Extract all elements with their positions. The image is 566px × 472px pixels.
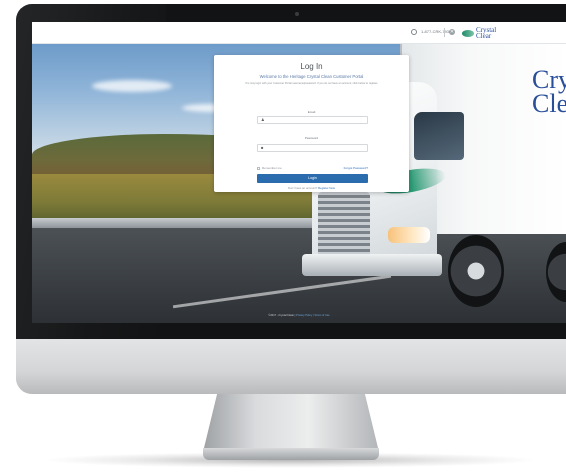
remember-label: Remember me: [262, 166, 282, 170]
screen: Crys Clea 1-877-CRK-7938 ✕ Crystal: [32, 22, 566, 323]
truck-brand-line: Clea: [532, 89, 566, 118]
login-card: Log In Welcome to the Heritage Crystal C…: [214, 55, 409, 192]
password-field[interactable]: ■: [257, 144, 368, 152]
welcome-text: Welcome to the Heritage Crystal Clean Cu…: [259, 74, 364, 79]
logo-wordmark: Crystal Clear: [476, 27, 496, 40]
login-button[interactable]: Login: [257, 174, 368, 183]
truck-bumper: [302, 254, 442, 276]
monitor-bezel: Crys Clea 1-877-CRK-7938 ✕ Crystal: [16, 4, 566, 339]
cloud: [92, 80, 172, 92]
background-guardrail: [32, 218, 352, 228]
top-bar: 1-877-CRK-7938 ✕ Crystal Clear: [32, 22, 566, 44]
email-label: Email: [307, 110, 316, 114]
close-icon[interactable]: ✕: [449, 29, 455, 35]
forgot-password-link[interactable]: Forgot Password?: [342, 166, 368, 170]
login-description: You may login with your Customer Portal …: [244, 82, 379, 85]
footer-copyright: ©2017 - Crystal Clean |: [268, 314, 296, 317]
footer: ©2017 - Crystal Clean | Privacy Policy |…: [32, 314, 566, 318]
monitor-stand-base: [203, 448, 379, 460]
monitor-stand: [203, 394, 379, 452]
register-link[interactable]: Register Now: [318, 186, 335, 190]
footer-link[interactable]: Privacy Policy | Terms of Use: [296, 314, 330, 317]
truck-grille: [318, 192, 370, 262]
camera-icon: [295, 12, 299, 16]
user-icon: ♟: [261, 117, 265, 122]
logo-word: Clear: [476, 32, 492, 40]
register-prompt: Don't have an account?: [288, 186, 318, 190]
truck-headlight: [388, 227, 430, 243]
login-title: Log In: [300, 62, 323, 71]
brand-logo[interactable]: Crystal Clear: [462, 25, 512, 41]
register-row: Don't have an account? Register Now: [214, 186, 409, 190]
monitor-chin: [16, 339, 566, 394]
password-label: Password: [304, 136, 319, 140]
truck-window: [414, 112, 464, 160]
truck-brand-text: Crys Clea: [532, 67, 566, 118]
lock-icon: ■: [261, 145, 264, 150]
logo-swoosh-icon: [462, 29, 474, 37]
topbar-divider: [444, 28, 445, 37]
phone-number[interactable]: 1-877-CRK-7938: [421, 29, 451, 35]
truck-wheel: [448, 235, 504, 307]
email-field[interactable]: ♟: [257, 116, 368, 124]
remember-checkbox[interactable]: [257, 167, 260, 170]
monitor: Crys Clea 1-877-CRK-7938 ✕ Crystal: [16, 4, 566, 394]
phone-icon: [411, 29, 417, 35]
